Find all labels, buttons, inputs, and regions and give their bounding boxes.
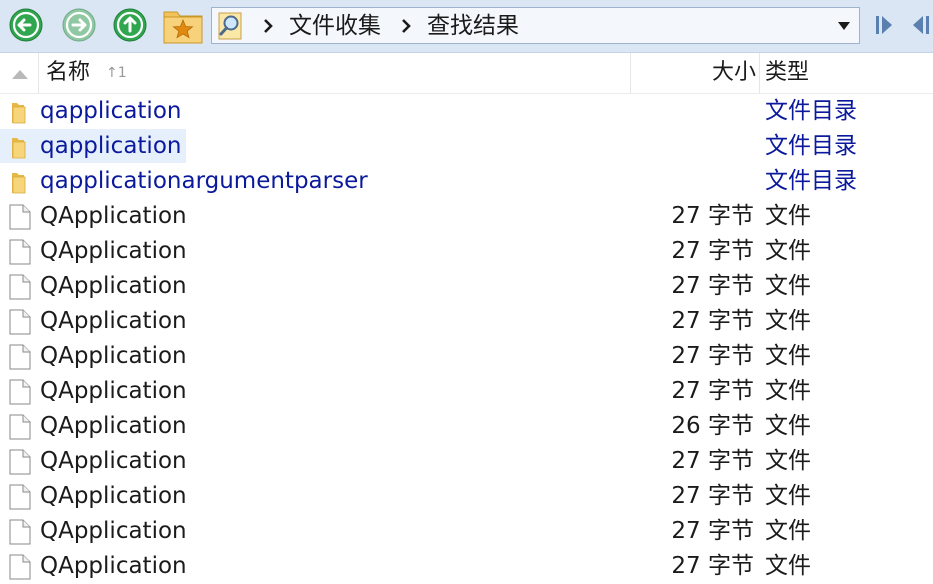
column-divider[interactable] [759,53,760,93]
file-size: 27 字节 [671,238,754,264]
back-arrow-icon [9,8,43,42]
file-icon [9,484,31,510]
column-header: 名称 ↑1 大小 类型 [0,53,933,94]
toolbar: 文件收集 查找结果 [0,0,933,53]
file-icon [9,554,31,580]
up-arrow-icon [113,8,147,42]
file-row[interactable]: QApplication 26 字节 文件 [0,409,933,444]
sort-up-icon[interactable] [10,68,30,80]
file-name[interactable]: QApplication [40,515,191,547]
file-name[interactable]: qapplication [40,95,185,127]
up-button[interactable] [113,8,147,42]
favorites-button[interactable] [163,8,203,44]
breadcrumb-item[interactable]: 查找结果 [427,11,519,41]
forward-button[interactable] [62,8,96,42]
file-name[interactable]: qapplicationargumentparser [40,165,372,197]
folder-icon [12,173,26,194]
file-name[interactable]: QApplication [40,480,191,512]
back-button[interactable] [9,8,43,42]
panel-toggle-icon[interactable] [873,14,933,36]
file-row[interactable]: QApplication 27 字节 文件 [0,269,933,304]
file-size: 27 字节 [671,483,754,509]
file-name[interactable]: qapplication [40,130,185,162]
file-type: 文件 [765,553,811,579]
file-row[interactable]: QApplication 27 字节 文件 [0,514,933,549]
file-row[interactable]: QApplication 27 字节 文件 [0,304,933,339]
folder-row[interactable]: qapplication 文件目录 [0,94,933,129]
file-size: 27 字节 [671,308,754,334]
file-name[interactable]: QApplication [40,200,191,232]
file-type: 文件 [765,413,811,439]
file-type: 文件 [765,273,811,299]
file-size: 27 字节 [671,203,754,229]
file-icon [9,239,31,265]
search-location-icon [218,12,242,40]
file-row[interactable]: QApplication 27 字节 文件 [0,479,933,514]
file-type: 文件 [765,238,811,264]
file-icon [9,274,31,300]
file-size: 27 字节 [671,273,754,299]
file-name[interactable]: QApplication [40,550,191,582]
file-name[interactable]: QApplication [40,375,191,407]
file-type: 文件 [765,483,811,509]
file-name[interactable]: QApplication [40,235,191,267]
file-type: 文件 [765,343,811,369]
file-icon [9,309,31,335]
column-divider[interactable] [38,53,39,93]
file-row[interactable]: QApplication 27 字节 文件 [0,234,933,269]
file-row[interactable]: QApplication 27 字节 文件 [0,374,933,409]
file-icon [9,519,31,545]
breadcrumb-item[interactable]: 文件收集 [289,11,381,41]
file-type: 文件 [765,378,811,404]
file-size: 27 字节 [671,378,754,404]
folder-icon [12,138,26,159]
forward-arrow-icon [62,8,96,42]
file-icon [9,379,31,405]
file-name[interactable]: QApplication [40,305,191,337]
column-type-header[interactable]: 类型 [765,58,809,88]
address-bar[interactable]: 文件收集 查找结果 [211,7,860,44]
file-size: 27 字节 [671,518,754,544]
file-size: 26 字节 [671,413,754,439]
file-type: 文件 [765,518,811,544]
file-type: 文件 [765,203,811,229]
file-type: 文件 [765,308,811,334]
column-size-header[interactable]: 大小 [632,58,756,88]
file-row[interactable]: QApplication 27 字节 文件 [0,549,933,584]
file-icon [9,449,31,475]
file-name[interactable]: QApplication [40,410,191,442]
file-type: 文件 [765,448,811,474]
column-divider[interactable] [630,53,631,93]
dropdown-arrow-icon[interactable] [837,21,851,31]
file-name[interactable]: QApplication [40,270,191,302]
file-row[interactable]: QApplication 27 字节 文件 [0,199,933,234]
file-size: 27 字节 [671,553,754,579]
breadcrumb-separator-icon [402,19,411,33]
file-type: 文件目录 [765,133,857,159]
file-type: 文件目录 [765,168,857,194]
file-row[interactable]: QApplication 27 字节 文件 [0,339,933,374]
file-icon [9,204,31,230]
file-row[interactable]: QApplication 27 字节 文件 [0,444,933,479]
folder-icon [12,103,26,124]
sort-order-indicator: ↑1 [106,65,127,81]
file-size: 27 字节 [671,448,754,474]
breadcrumb-separator-icon [264,19,273,33]
file-icon [9,414,31,440]
file-size: 27 字节 [671,343,754,369]
file-name[interactable]: QApplication [40,445,191,477]
folder-row[interactable]: qapplication 文件目录 [0,129,933,164]
favorites-folder-icon [163,11,203,44]
folder-row[interactable]: qapplicationargumentparser 文件目录 [0,164,933,199]
column-name-header[interactable]: 名称 [46,58,90,88]
file-type: 文件目录 [765,98,857,124]
file-icon [9,344,31,370]
file-name[interactable]: QApplication [40,340,191,372]
